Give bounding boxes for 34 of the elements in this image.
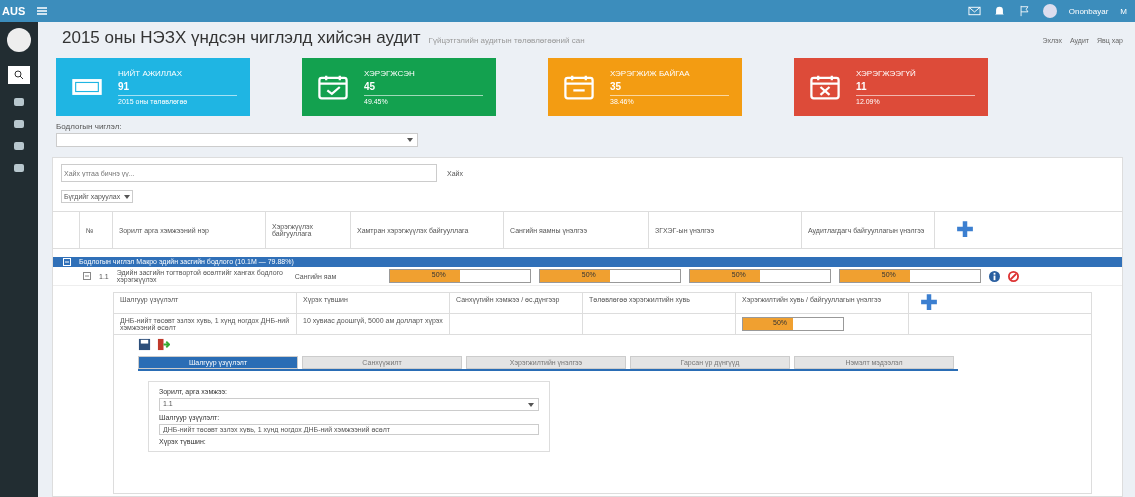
stat-label: ХЭРЭГЖИЖ БАЙГАА [610, 69, 691, 78]
app-logo: AUS [2, 5, 26, 17]
user-name[interactable]: Ononbayar [1068, 6, 1109, 16]
caret-icon [407, 138, 413, 142]
caret-icon [528, 403, 534, 407]
stat-value: 11 [856, 81, 868, 92]
search-icon[interactable] [8, 66, 30, 84]
calendar-icon [316, 73, 350, 101]
mail-icon[interactable] [967, 5, 981, 17]
stat-value: 35 [610, 81, 623, 92]
collapse-icon[interactable] [83, 272, 91, 280]
delete-icon[interactable] [1007, 270, 1019, 282]
save-icon[interactable] [138, 338, 151, 351]
stat-label: ХЭРЭГЖЭЭГҮЙ [856, 69, 917, 78]
caret-icon [124, 195, 131, 199]
sidebar-avatar [7, 28, 31, 52]
page-title: 2015 оны НЭЗХ үндсэн чиглэлд хийсэн аудит [62, 28, 421, 48]
user-menu[interactable]: M [1120, 6, 1127, 16]
add-button[interactable] [955, 220, 975, 240]
info-icon[interactable] [988, 270, 1000, 282]
flag-icon[interactable] [1017, 5, 1031, 17]
stat-value: 91 [118, 81, 131, 92]
exit-icon[interactable] [157, 338, 170, 351]
stat-value: 45 [364, 81, 377, 92]
plus-icon [956, 220, 974, 238]
plus-icon [920, 293, 938, 311]
calendar-icon [562, 73, 596, 101]
user-avatar[interactable] [1042, 4, 1057, 18]
stat-label: ХЭРЭГЖСЭН [364, 69, 416, 78]
add-button[interactable] [919, 293, 939, 313]
calendar-icon [808, 73, 842, 101]
stat-label: НИЙТ АЖИЛЛАХ [118, 69, 184, 78]
filter-label: Бодлогын чиглэл: [56, 122, 123, 131]
page-subtitle: Гүйцэтгэлийн аудитын төлөвлөгөөний сан [428, 36, 585, 45]
